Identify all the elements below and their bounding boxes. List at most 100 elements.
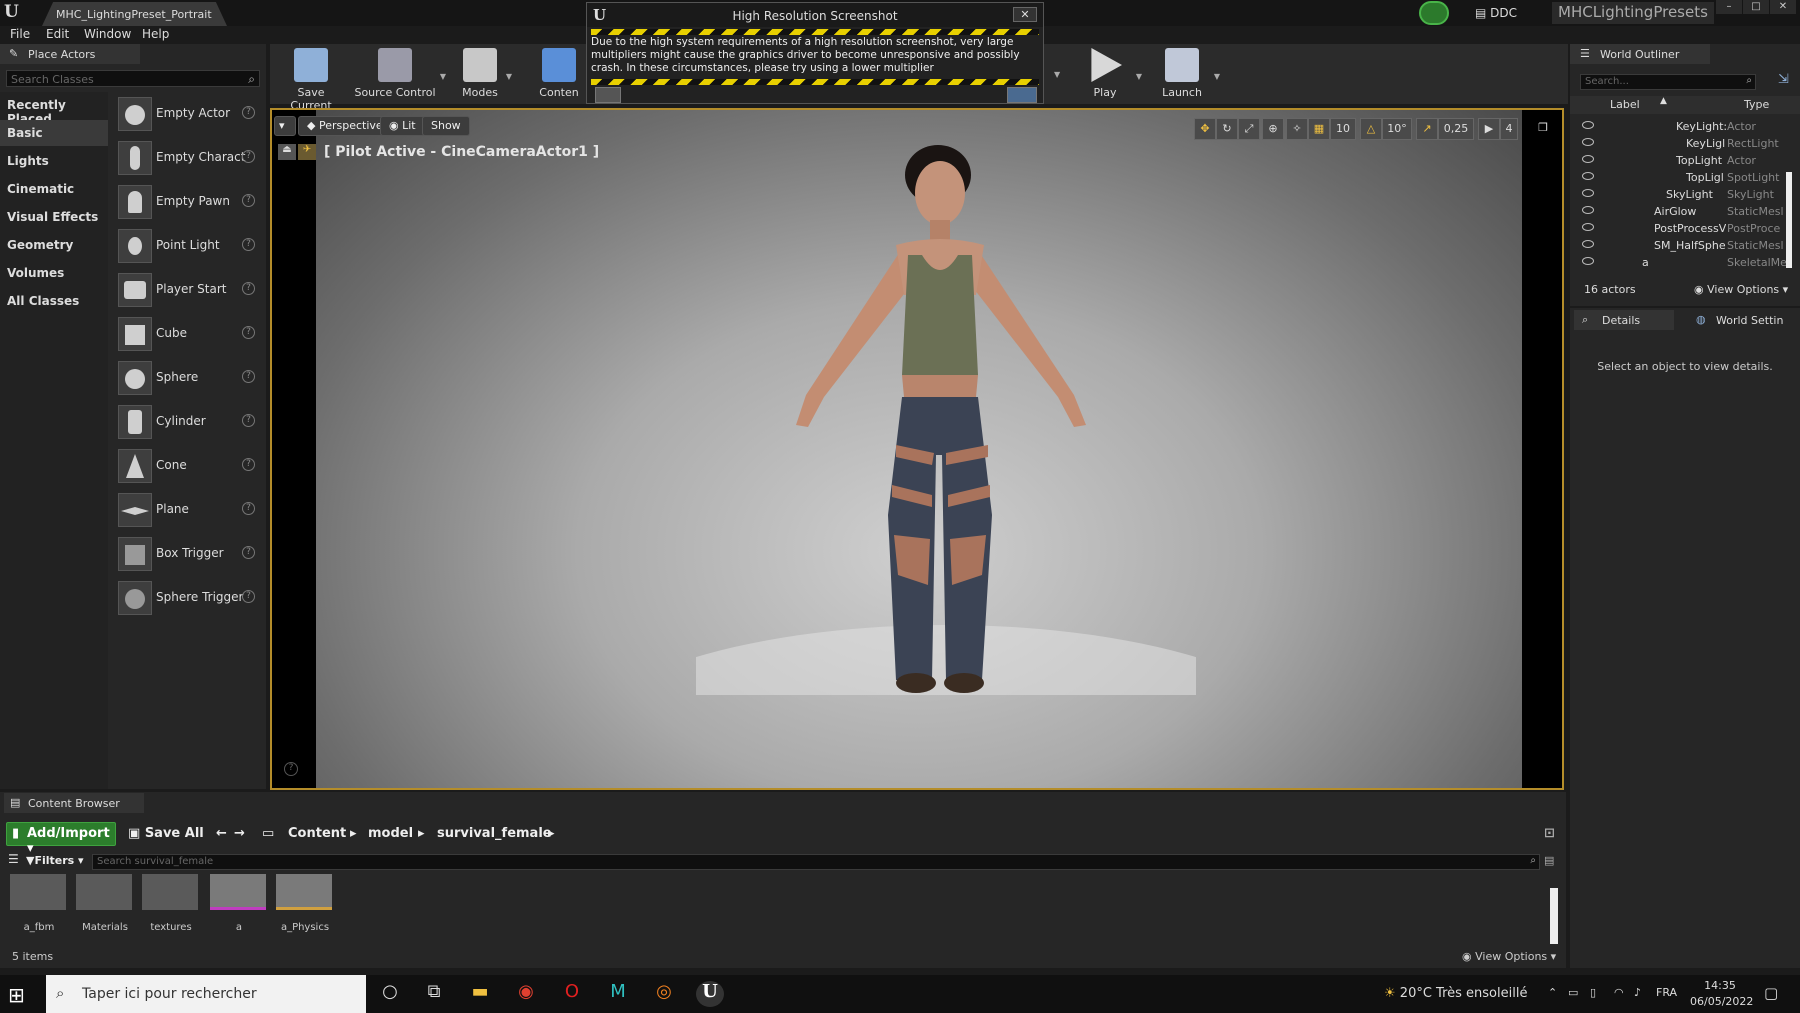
help-icon[interactable]: ? <box>242 326 255 339</box>
scale-tool-icon[interactable]: ⤢ <box>1238 118 1260 140</box>
world-space-icon[interactable]: ⊕ <box>1262 118 1284 140</box>
rotation-snap-icon[interactable]: △ <box>1360 118 1382 140</box>
breadcrumb-content[interactable]: Content <box>288 826 346 841</box>
outliner-view-options[interactable]: ◉ View Options ▾ <box>1694 283 1788 296</box>
show-button[interactable]: Show <box>422 116 470 136</box>
viewport-options-button[interactable]: ▾ <box>274 116 296 136</box>
content-browser-tab[interactable]: ▤ Content Browser <box>4 793 144 813</box>
viewport-scene[interactable] <box>316 110 1522 788</box>
visibility-eye-icon[interactable] <box>1582 138 1594 146</box>
actor-item[interactable]: Empty Pawn? <box>110 180 266 224</box>
chevron-down-icon[interactable]: ▼ <box>1054 70 1060 79</box>
help-icon[interactable]: ? <box>242 150 255 163</box>
label-column-header[interactable]: Label <box>1610 98 1640 111</box>
asset-folder[interactable]: Materials <box>76 874 134 933</box>
help-icon[interactable]: ? <box>242 458 255 471</box>
actor-item[interactable]: Empty Charact? <box>110 136 266 180</box>
breadcrumb-model[interactable]: model <box>368 826 413 841</box>
close-icon[interactable]: ✕ <box>1013 7 1037 22</box>
ddc-button[interactable]: ▤ DDC <box>1465 3 1543 23</box>
actor-item[interactable]: Cube? <box>110 312 266 356</box>
modes-button[interactable]: Modes ▼ <box>454 48 512 104</box>
scale-snap-value[interactable]: 0,25 <box>1438 118 1474 140</box>
folder-icon[interactable]: ▭ <box>262 826 274 841</box>
actor-item[interactable]: Sphere Trigger? <box>110 576 266 620</box>
actor-item[interactable]: Point Light? <box>110 224 266 268</box>
help-icon[interactable]: ? <box>242 414 255 427</box>
scale-snap-icon[interactable]: ↗ <box>1416 118 1438 140</box>
details-tab[interactable]: ⌕ Details <box>1574 310 1674 330</box>
back-arrow-icon[interactable]: ← <box>216 826 227 841</box>
lit-button[interactable]: ◉ Lit <box>380 116 425 136</box>
pin-icon[interactable]: ⇲ <box>1778 72 1789 87</box>
outliner-row[interactable]: a SkeletalMe <box>1570 254 1790 271</box>
visibility-eye-icon[interactable] <box>1582 206 1594 214</box>
cortana-icon[interactable]: ○ <box>376 981 404 1007</box>
visibility-eye-icon[interactable] <box>1582 257 1594 265</box>
visibility-eye-icon[interactable] <box>1582 223 1594 231</box>
breadcrumb-separator-icon[interactable]: ▸ <box>350 826 357 841</box>
wifi-icon[interactable]: ◠ <box>1614 986 1624 999</box>
maximize-button[interactable]: □ <box>1743 0 1769 14</box>
filters-button[interactable]: ▼Filters ▾ <box>26 854 84 867</box>
outliner-row[interactable]: PostProcessV PostProce <box>1570 220 1790 237</box>
category-geometry[interactable]: Geometry <box>0 232 108 258</box>
search-classes-input[interactable]: Search Classes ⌕ <box>6 70 260 87</box>
save-search-icon[interactable]: ▤ <box>1544 854 1554 867</box>
actor-item[interactable]: Empty Actor? <box>110 92 266 136</box>
minimize-button[interactable]: – <box>1716 0 1742 14</box>
save-current-button[interactable]: Save Current <box>276 48 346 112</box>
unreal-engine-icon[interactable]: U <box>696 981 724 1007</box>
category-basic[interactable]: Basic <box>0 120 108 146</box>
actor-item[interactable]: Plane? <box>110 488 266 532</box>
outliner-row[interactable]: TopLight Actor <box>1570 152 1790 169</box>
perspective-button[interactable]: ◆ Perspective <box>298 116 392 136</box>
content-scrollbar[interactable] <box>1550 888 1558 944</box>
volume-icon[interactable]: ♪ <box>1634 986 1641 999</box>
help-icon[interactable]: ? <box>242 106 255 119</box>
network-icon[interactable]: ▭ <box>1568 986 1578 999</box>
clock[interactable]: 14:35 06/05/2022 <box>1690 978 1753 1010</box>
capture-region-button[interactable] <box>595 87 621 103</box>
battery-icon[interactable]: ▯ <box>1590 986 1596 999</box>
category-lights[interactable]: Lights <box>0 148 108 174</box>
file-explorer-icon[interactable]: ▬ <box>466 981 494 1007</box>
outliner-scrollbar[interactable] <box>1786 172 1792 268</box>
help-icon[interactable]: ? <box>242 238 255 251</box>
help-icon[interactable]: ? <box>242 502 255 515</box>
help-icon[interactable]: ? <box>284 762 298 776</box>
menu-help[interactable]: Help <box>142 27 169 41</box>
actor-item[interactable]: Cylinder? <box>110 400 266 444</box>
outliner-row[interactable]: KeyLigl RectLight <box>1570 135 1790 152</box>
chevron-up-icon[interactable]: ⌃ <box>1548 986 1557 999</box>
source-control-status-icon[interactable] <box>1419 1 1449 25</box>
actor-item[interactable]: Cone? <box>110 444 266 488</box>
visibility-eye-icon[interactable] <box>1582 121 1594 129</box>
grid-snap-icon[interactable]: ▦ <box>1308 118 1330 140</box>
rotate-tool-icon[interactable]: ↻ <box>1216 118 1238 140</box>
menu-edit[interactable]: Edit <box>46 27 69 41</box>
windows-start-icon[interactable]: ⊞ <box>8 983 32 1007</box>
visibility-eye-icon[interactable] <box>1582 189 1594 197</box>
maximize-viewport-icon[interactable]: ❐ <box>1534 118 1552 140</box>
language-indicator[interactable]: FRA <box>1656 986 1677 999</box>
translate-tool-icon[interactable]: ✥ <box>1194 118 1216 140</box>
menu-window[interactable]: Window <box>84 27 131 41</box>
world-outliner-tab[interactable]: ☰ World Outliner <box>1570 44 1710 64</box>
unreal-logo-icon[interactable]: U <box>4 2 24 22</box>
world-settings-tab[interactable]: ◍ World Settin <box>1688 310 1798 330</box>
pilot-camera-icon[interactable]: ✈ <box>298 144 316 160</box>
chrome-icon[interactable]: ◉ <box>512 981 540 1007</box>
visibility-eye-icon[interactable] <box>1582 172 1594 180</box>
task-view-icon[interactable]: ⧉ <box>420 981 448 1007</box>
place-actors-tab[interactable]: ✎ Place Actors <box>0 44 140 64</box>
sources-toggle-icon[interactable]: ☰ <box>8 852 19 866</box>
add-import-button[interactable]: ▮ Add/Import ▾ <box>6 822 116 856</box>
outliner-row[interactable]: AirGlow StaticMesl <box>1570 203 1790 220</box>
breadcrumb-separator-icon[interactable]: ▸ <box>548 826 555 841</box>
taskbar-search-input[interactable]: ⌕ Taper ici pour rechercher <box>46 975 366 1013</box>
close-window-button[interactable]: ✕ <box>1770 0 1796 14</box>
asset-skeletal-mesh[interactable]: a <box>210 874 268 933</box>
actor-item[interactable]: Player Start? <box>110 268 266 312</box>
opera-icon[interactable]: O <box>558 981 586 1007</box>
